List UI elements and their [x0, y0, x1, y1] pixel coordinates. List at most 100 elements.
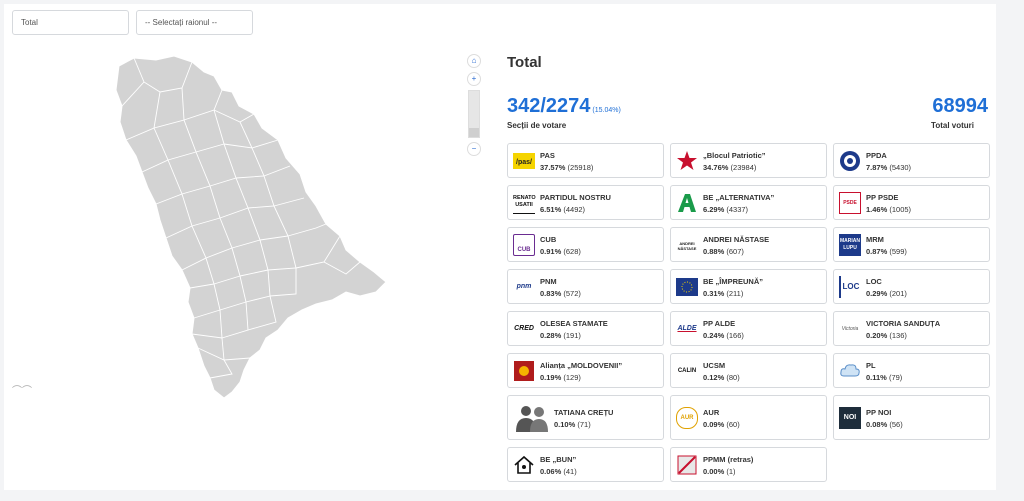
candidate-name: ANDREI NĂSTASE	[703, 235, 770, 244]
candidate-result: 0.09% (60)	[703, 420, 740, 429]
candidate-card[interactable]: /pas/ PAS 37.57% (25918)	[507, 143, 664, 178]
zoom-slider-thumb[interactable]	[469, 128, 479, 137]
cub-logo-icon: CUB	[513, 234, 535, 256]
candidate-name: BE „ÎMPREUNĂ”	[703, 277, 764, 286]
marian-lupu-logo-icon: MARIAN LUPU	[839, 234, 861, 256]
candidate-card[interactable]: NOI PP NOI 0.08% (56)	[833, 395, 990, 440]
stations-counted: 342/2274 (15.04%)	[507, 95, 621, 118]
stations-label: Secții de votare	[507, 121, 567, 130]
candidate-result: 0.28% (191)	[540, 331, 581, 340]
candidate-result: 0.87% (599)	[866, 247, 907, 256]
zoom-out-icon[interactable]: −	[467, 142, 481, 156]
candidate-card[interactable]: CRED OLESEA STAMATE 0.28% (191)	[507, 311, 664, 346]
candidate-result: 6.51% (4492)	[540, 205, 586, 214]
total-votes-value: 68994	[932, 95, 988, 117]
candidate-result: 0.20% (136)	[866, 331, 907, 340]
scope-select[interactable]: Total	[12, 10, 129, 35]
candidate-result: 0.11% (79)	[866, 373, 903, 382]
zoom-in-icon[interactable]: +	[467, 72, 481, 86]
candidate-card[interactable]: BE „ALTERNATIVA” 6.29% (4337)	[670, 185, 827, 220]
alde-logo-icon: ALDE	[677, 325, 697, 332]
candidate-name: MRM	[866, 235, 884, 244]
house-logo-icon	[514, 455, 534, 474]
psde-logo-icon: PSDE	[839, 192, 861, 214]
moldova-map[interactable]	[64, 48, 394, 403]
andrei-nastase-logo-icon: ANDREI NĂSTASE	[677, 241, 697, 251]
candidate-name: PPMM (retras)	[703, 455, 754, 464]
candidate-name: UCSM	[703, 361, 726, 370]
red-star-logo-icon	[677, 151, 697, 170]
candidate-card[interactable]: PPMM (retras) 0.00% (1)	[670, 447, 827, 482]
mountain-logo-icon: ⌒⌒	[12, 386, 32, 397]
candidate-card[interactable]: BE „BUN” 0.06% (41)	[507, 447, 664, 482]
eu-flag-logo-icon	[676, 278, 698, 296]
candidate-result: 0.06% (41)	[540, 467, 577, 476]
candidate-result: 37.57% (25918)	[540, 163, 594, 172]
page-title: Total	[507, 54, 542, 71]
candidate-card[interactable]: Alianța „MOLDOVENII” 0.19% (129)	[507, 353, 664, 388]
candidate-card[interactable]: Victoria VICTORIA SANDUȚA 0.20% (136)	[833, 311, 990, 346]
candidate-name: CUB	[540, 235, 557, 244]
candidate-name: VICTORIA SANDUȚA	[866, 319, 941, 328]
results-page: Total -- Selectați raionul -- ⌒⌒ ⌂ + − T…	[4, 4, 996, 490]
candidate-result: 0.83% (572)	[540, 289, 581, 298]
candidate-card[interactable]: ALDE PP ALDE 0.24% (166)	[670, 311, 827, 346]
candidate-result: 7.87% (5430)	[866, 163, 912, 172]
candidate-name: AUR	[703, 408, 720, 417]
svg-text:/pas/: /pas/	[516, 159, 532, 166]
candidate-result: 0.12% (80)	[703, 373, 740, 382]
candidate-name: PL	[866, 361, 876, 370]
candidate-result: 0.08% (56)	[866, 420, 903, 429]
home-icon[interactable]: ⌂	[467, 54, 481, 68]
candidate-name: LOC	[866, 277, 882, 286]
candidate-result: 0.31% (211)	[703, 289, 744, 298]
alternativa-logo-icon	[678, 194, 696, 212]
candidate-result: 0.00% (1)	[703, 467, 736, 476]
moldova-map-outline	[115, 55, 387, 399]
loc-logo-icon: LOC	[839, 276, 861, 298]
zoom-slider[interactable]	[468, 90, 480, 138]
candidate-card[interactable]: CUB CUB 0.91% (628)	[507, 227, 664, 262]
candidate-result: 0.88% (607)	[703, 247, 744, 256]
ppda-seal-logo-icon	[840, 151, 860, 171]
candidate-name: PP ALDE	[703, 319, 736, 328]
stations-counted-value: 342/2274	[507, 95, 591, 117]
candidate-name: BE „ALTERNATIVA”	[703, 193, 775, 202]
candidate-card[interactable]: pnm PNM 0.83% (572)	[507, 269, 664, 304]
candidate-card[interactable]: CALIN UCSM 0.12% (80)	[670, 353, 827, 388]
candidate-name: „Blocul Patriotic”	[703, 151, 766, 160]
pnm-logo-icon: pnm	[516, 283, 532, 290]
candidate-card[interactable]: BE „ÎMPREUNĂ” 0.31% (211)	[670, 269, 827, 304]
candidate-result: 0.91% (628)	[540, 247, 581, 256]
candidate-card[interactable]: PSDE PP PSDE 1.46% (1005)	[833, 185, 990, 220]
candidate-result: 1.46% (1005)	[866, 205, 912, 214]
candidate-name: PAS	[540, 151, 555, 160]
candidate-name: Alianța „MOLDOVENII”	[540, 361, 623, 370]
cred-logo-icon: CRED	[514, 325, 534, 332]
candidate-card[interactable]: LOC LOC 0.29% (201)	[833, 269, 990, 304]
candidate-result: 0.24% (166)	[703, 331, 744, 340]
candidate-card[interactable]: „Blocul Patriotic” 34.76% (23984)	[670, 143, 827, 178]
people-silhouette-icon	[516, 406, 548, 432]
candidate-name: PPDA	[866, 151, 887, 160]
pl-cloud-logo-icon	[840, 364, 860, 377]
candidate-card[interactable]: PPDA 7.87% (5430)	[833, 143, 990, 178]
candidate-card[interactable]: ANDREI NĂSTASE ANDREI NĂSTASE 0.88% (607…	[670, 227, 827, 262]
candidate-card[interactable]: AUR AUR 0.09% (60)	[670, 395, 827, 440]
candidate-name: OLESEA STAMATE	[540, 319, 608, 328]
candidate-result: 0.29% (201)	[866, 289, 907, 298]
candidate-card[interactable]: MARIAN LUPU MRM 0.87% (599)	[833, 227, 990, 262]
candidate-card[interactable]: RENATO USATII PARTIDUL NOSTRU 6.51% (449…	[507, 185, 664, 220]
renato-usatii-logo-icon: RENATO USATII	[513, 192, 536, 214]
candidate-card[interactable]: TATIANA CREȚU 0.10% (71)	[507, 395, 664, 440]
candidate-card[interactable]: PL 0.11% (79)	[833, 353, 990, 388]
district-select[interactable]: -- Selectați raionul --	[136, 10, 253, 35]
ppmm-logo-icon	[677, 455, 697, 475]
stations-percent: (15.04%)	[592, 107, 621, 114]
moldovenii-logo-icon	[514, 361, 534, 381]
candidate-name: PARTIDUL NOSTRU	[540, 193, 611, 202]
candidate-name: BE „BUN”	[540, 455, 577, 464]
total-votes-label: Total voturi	[931, 121, 974, 130]
candidate-result: 6.29% (4337)	[703, 205, 749, 214]
candidate-name: PP NOI	[866, 408, 892, 417]
